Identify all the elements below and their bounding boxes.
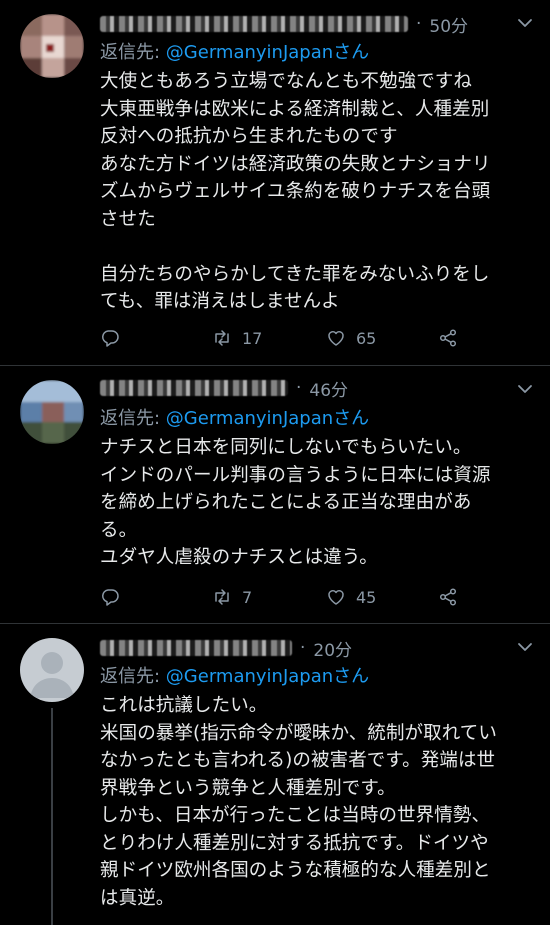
action-bar: 7 45 [100, 587, 460, 609]
heart-icon [328, 590, 344, 605]
retweet-icon [215, 589, 229, 605]
retweet-button[interactable]: 7 [212, 587, 252, 607]
like-button[interactable]: 45 [326, 587, 376, 607]
avatar[interactable] [20, 380, 84, 444]
chevron-down-icon[interactable] [516, 14, 534, 32]
reply-handle-link[interactable]: @GermanyinJapan [166, 408, 333, 429]
tweet-text: 大使ともあろう立場でなんとも不勉強ですね 大東亜戦争は欧米による経済制裁と、人種… [100, 71, 491, 312]
reply-suffix: さん [333, 666, 370, 687]
like-count: 45 [356, 587, 377, 607]
share-button[interactable] [438, 328, 458, 348]
separator-dot: · [416, 14, 422, 34]
tweet-header: · 46分 [100, 376, 348, 401]
avatar[interactable] [20, 638, 84, 702]
tweet-header: · 50分 [100, 12, 468, 37]
reply-handle-link[interactable]: @GermanyinJapan [166, 42, 333, 63]
like-button[interactable]: 65 [326, 328, 376, 348]
action-bar: 17 65 [100, 328, 460, 350]
retweet-icon [215, 330, 229, 346]
reply-icon [101, 330, 119, 347]
timestamp[interactable]: 46分 [309, 376, 348, 401]
share-button[interactable] [438, 587, 458, 607]
separator-dot: · [296, 378, 302, 398]
tweet-header: · 20分 [100, 636, 352, 661]
retweet-count: 17 [242, 328, 263, 348]
reply-prefix: 返信先: [100, 408, 166, 429]
reply-handle-link[interactable]: @GermanyinJapan [166, 666, 333, 687]
avatar[interactable] [20, 14, 84, 78]
tweet-text: これは抗議したい。 米国の暴挙(指示命令が曖昧か、統制が取れてい なかったとも言… [100, 695, 497, 909]
reply-suffix: さん [333, 408, 370, 429]
reply-to-line: 返信先: @GermanyinJapanさん [100, 664, 369, 690]
thread-connector-line [51, 708, 53, 925]
reply-to-line: 返信先: @GermanyinJapanさん [100, 40, 369, 66]
chevron-down-icon[interactable] [516, 380, 534, 398]
display-name-redacted[interactable] [100, 16, 408, 32]
heart-icon [328, 331, 344, 346]
like-count: 65 [356, 328, 377, 348]
tweet-text: ナチスと日本を同列にしないでもらいたい。 インドのパール判事の言うように日本には… [100, 437, 491, 568]
retweet-button[interactable]: 17 [212, 328, 262, 348]
tweet-1[interactable]: · 50分 返信先: @GermanyinJapanさん 大使ともあろう立場でな… [0, 0, 550, 365]
display-name-redacted[interactable] [100, 380, 288, 396]
retweet-count: 7 [242, 587, 253, 607]
tweet-2[interactable]: · 46分 返信先: @GermanyinJapanさん ナチスと日本を同列にし… [0, 366, 550, 623]
reply-suffix: さん [333, 42, 370, 63]
reply-button[interactable] [100, 328, 120, 348]
share-icon [439, 588, 457, 606]
timestamp[interactable]: 20分 [313, 636, 352, 661]
tweet-3[interactable]: · 20分 返信先: @GermanyinJapanさん これは抗議したい。 米… [0, 624, 550, 925]
share-icon [439, 329, 457, 347]
reply-prefix: 返信先: [100, 42, 166, 63]
separator-dot: · [300, 638, 306, 658]
reply-button[interactable] [100, 587, 120, 607]
chevron-down-icon[interactable] [516, 638, 534, 656]
reply-to-line: 返信先: @GermanyinJapanさん [100, 406, 369, 432]
display-name-redacted[interactable] [100, 640, 292, 656]
reply-prefix: 返信先: [100, 666, 166, 687]
reply-icon [101, 589, 119, 606]
timestamp[interactable]: 50分 [429, 12, 468, 37]
